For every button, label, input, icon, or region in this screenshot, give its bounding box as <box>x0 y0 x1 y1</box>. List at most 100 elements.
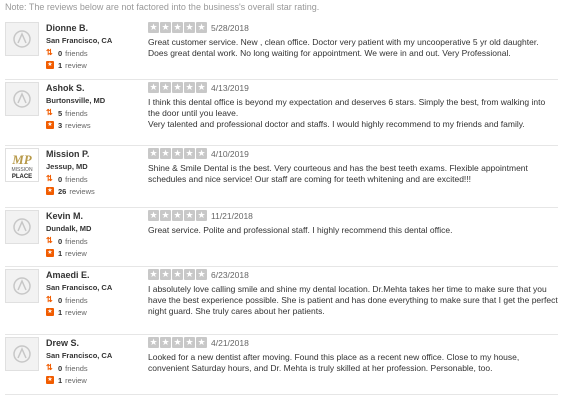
divider <box>5 207 558 208</box>
review-icon <box>46 248 54 258</box>
avatar[interactable] <box>5 22 39 56</box>
user-location: Dundalk, MD <box>46 224 92 233</box>
friends-icon: ⇅ <box>46 174 53 183</box>
reviews-count: 1 <box>58 375 63 385</box>
star-icon: ★ <box>184 82 195 93</box>
reviews-label: reviews <box>69 186 95 196</box>
friends-stat: ⇅ 0 friends <box>46 174 88 184</box>
star-icon: ★ <box>172 337 183 348</box>
review-item: Ashok S.Burtonsville, MD⇅5friends3review… <box>5 82 558 146</box>
review-date: 6/23/2018 <box>211 270 249 280</box>
divider <box>5 266 558 267</box>
star-icon: ★ <box>160 22 171 33</box>
user-location: San Francisco, CA <box>46 36 113 45</box>
star-icon: ★ <box>148 22 159 33</box>
star-icon: ★ <box>184 337 195 348</box>
divider <box>5 394 558 395</box>
star-icon: ★ <box>160 210 171 221</box>
review-item: Dionne B. San Francisco, CA ⇅0friends 1revi… <box>5 22 558 80</box>
friends-icon: ⇅ <box>46 295 53 304</box>
star-icon: ★ <box>148 82 159 93</box>
review-item: Drew S.San Francisco, CA⇅0friends1review… <box>5 337 558 395</box>
user-name[interactable]: Kevin M. <box>46 211 83 221</box>
review-item: MP MISSION PLACE Mission P. Jessup, MD ⇅ 0 frie… <box>5 148 558 208</box>
review-text: I think this dental office is beyond my … <box>148 97 546 129</box>
star-icon: ★ <box>148 210 159 221</box>
reviews-stat: 1review <box>46 60 87 70</box>
friends-label: friends <box>65 236 88 246</box>
reviews-label: review <box>65 375 87 385</box>
star-icon: ★ <box>196 210 207 221</box>
friends-icon: ⇅ <box>46 48 53 57</box>
star-icon: ★ <box>196 269 207 280</box>
reviews-count: 26 <box>58 186 67 196</box>
star-icon: ★ <box>196 82 207 93</box>
reviews-count: 1 <box>58 60 63 70</box>
review-item: Amaedi E.San Francisco, CA⇅0friends1revi… <box>5 269 558 335</box>
reviews-stat: 26reviews <box>46 186 95 196</box>
star-icon: ★ <box>148 269 159 280</box>
star-icon: ★ <box>148 148 159 159</box>
star-icon: ★ <box>172 210 183 221</box>
user-name[interactable]: Amaedi E. <box>46 270 90 280</box>
avatar[interactable] <box>5 210 39 244</box>
star-icon: ★ <box>148 337 159 348</box>
review-icon <box>46 120 54 130</box>
star-icon: ★ <box>172 82 183 93</box>
star-icon: ★ <box>196 337 207 348</box>
reviews-stat: 1review <box>46 307 87 317</box>
review-icon <box>46 307 54 317</box>
star-icon: ★ <box>160 269 171 280</box>
star-icon: ★ <box>196 148 207 159</box>
star-icon: ★ <box>172 269 183 280</box>
review-date: 5/28/2018 <box>211 23 249 33</box>
reviews-label: review <box>65 60 87 70</box>
divider <box>5 79 558 80</box>
review-text: Great service. Polite and professional s… <box>148 225 453 235</box>
friends-stat: ⇅ 0 friends <box>46 363 88 373</box>
friends-stat: ⇅ 5 friends <box>46 108 88 118</box>
review-icon <box>46 186 54 196</box>
divider <box>5 334 558 335</box>
review-date: 4/21/2018 <box>211 338 249 348</box>
friends-stat: ⇅ 0 friends <box>46 48 88 58</box>
avatar[interactable] <box>5 337 39 371</box>
avatar[interactable]: MP MISSION PLACE <box>5 148 39 182</box>
star-rating: ★ ★ ★ ★ ★ <box>148 22 208 33</box>
reviews-stat: 3reviews <box>46 120 91 130</box>
star-icon: ★ <box>184 148 195 159</box>
user-name[interactable]: Mission P. <box>46 149 89 159</box>
friends-stat: ⇅ 0 friends <box>46 295 88 305</box>
reviews-label: reviews <box>65 120 91 130</box>
review-text: Shine & Smile Dental is the best. Very c… <box>148 163 528 184</box>
logo-text: MISSION <box>11 167 33 173</box>
star-icon: ★ <box>184 210 195 221</box>
user-location: San Francisco, CA <box>46 283 113 292</box>
friends-label: friends <box>65 174 88 184</box>
avatar[interactable] <box>5 269 39 303</box>
user-location: Burtonsville, MD <box>46 96 106 105</box>
user-name[interactable]: Drew S. <box>46 338 79 348</box>
review-text: Looked for a new dentist after moving. F… <box>148 352 520 373</box>
star-rating: ★ ★ ★ ★ ★ <box>148 148 208 159</box>
review-text: Great customer service. New , clean offi… <box>148 37 539 58</box>
friends-label: friends <box>65 295 88 305</box>
reviews-label: review <box>65 307 87 317</box>
review-date: 11/21/2018 <box>211 211 253 221</box>
friends-label: friends <box>65 363 88 373</box>
reviews-count: 1 <box>58 307 63 317</box>
friends-count: 5 <box>58 108 63 118</box>
friends-icon: ⇅ <box>46 108 53 117</box>
review-date: 4/10/2019 <box>211 149 249 159</box>
star-icon: ★ <box>184 269 195 280</box>
star-icon: ★ <box>172 148 183 159</box>
user-name[interactable]: Ashok S. <box>46 83 85 93</box>
friends-count: 0 <box>58 295 63 305</box>
user-name[interactable]: Dionne B. <box>46 23 88 33</box>
reviews-stat: 1review <box>46 375 87 385</box>
review-text: I absolutely love calling smile and shin… <box>148 284 558 316</box>
star-rating: ★ ★ ★ ★ ★ <box>148 269 208 280</box>
avatar[interactable] <box>5 82 39 116</box>
reviews-label: review <box>65 248 87 258</box>
logo-initials: MP <box>11 152 33 167</box>
